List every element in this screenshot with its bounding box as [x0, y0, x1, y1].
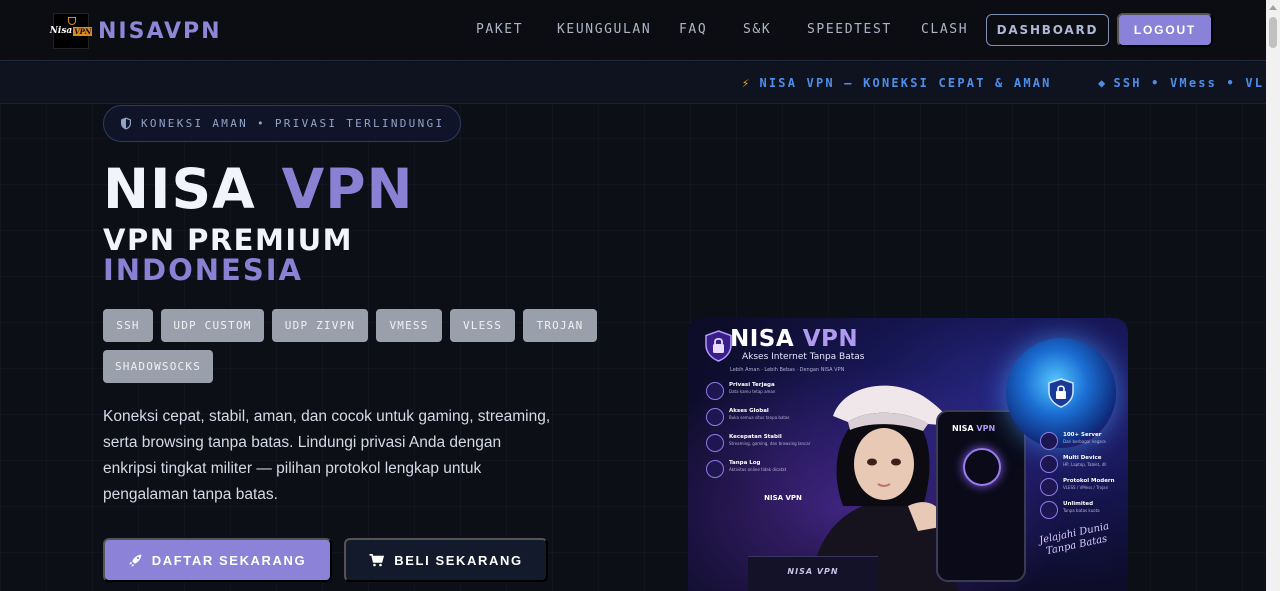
feature-desc: VLESS / VMess / Trojan: [1063, 485, 1109, 490]
feature-desc: Aktivitas online tidak dicatat: [729, 467, 787, 472]
ticker-text: SSH • VMess • VL: [1113, 76, 1265, 90]
nav-link-snk[interactable]: S&K: [743, 22, 771, 37]
title-word-vpn: VPN: [281, 157, 414, 221]
title-word-nisa: NISA: [103, 157, 256, 221]
promo-image: NISA VPN Akses Internet Tanpa Batas Lebi…: [688, 318, 1128, 591]
hoodie-logo: NISA VPN: [764, 494, 802, 502]
power-icon: [963, 448, 1001, 486]
protocol-chip-trojan: TROJAN: [523, 309, 597, 342]
protocol-chip-udp-custom: UDP CUSTOM: [161, 309, 264, 342]
feature-title: Protokol Modern: [1063, 478, 1115, 484]
page-scrollbar[interactable]: [1266, 0, 1280, 591]
logo-shield-icon: [68, 17, 76, 25]
promo-title-a: NISA: [730, 326, 795, 352]
feature-desc: Dari berbagai negara: [1063, 439, 1106, 444]
infinity-icon: [1040, 501, 1058, 519]
feature-desc: Data kamu tetap aman: [729, 389, 776, 394]
nav-link-keunggulan[interactable]: KEUNGGULAN: [557, 22, 651, 37]
protocol-chip-vmess: VMESS: [376, 309, 442, 342]
nav-link-clash[interactable]: CLASH: [921, 22, 968, 37]
lightning-icon: ⚡: [742, 76, 752, 90]
page-title: NISA VPN: [103, 156, 414, 222]
protocol-chip-udp-zivpn: UDP ZIVPN: [272, 309, 368, 342]
buy-now-button[interactable]: BELI SEKARANG: [344, 538, 548, 582]
feature-desc: Buka semua situs tanpa batas: [729, 415, 790, 420]
scrollbar-thumb[interactable]: [1269, 17, 1277, 48]
promo-feature: Multi Device HP, Laptop, Tablet, dll: [1040, 455, 1107, 473]
protocol-chip-vless: VLESS: [450, 309, 515, 342]
protocol-chip-ssh: SSH: [103, 309, 153, 342]
lock-icon: [706, 382, 724, 400]
logout-button[interactable]: LOGOUT: [1117, 13, 1213, 47]
ticker-bar: ⚡ NISA VPN — KONEKSI CEPAT & AMAN ◆ SSH • …: [0, 62, 1266, 104]
feature-title: Akses Global: [729, 408, 769, 414]
feature-title: Multi Device: [1063, 455, 1102, 461]
promo-title-b: VPN: [802, 326, 859, 352]
brand-name: NISAVPN: [98, 18, 222, 44]
brand-logo: Nisa VPN: [49, 13, 93, 49]
rocket-icon: [129, 554, 142, 567]
register-now-button[interactable]: DAFTAR SEKARANG: [103, 538, 332, 582]
promo-feature: Privasi Terjaga Data kamu tetap aman: [706, 382, 775, 400]
protocol-chip-shadowsocks: SHADOWSOCKS: [103, 350, 213, 383]
diamond-icon: ◆: [1098, 76, 1108, 90]
promo-title: NISA VPN: [730, 326, 858, 352]
subtitle-line-2: INDONESIA: [103, 253, 303, 287]
cart-icon: [369, 553, 385, 567]
feature-title: Unlimited: [1063, 501, 1094, 507]
navbar: Nisa VPN NISAVPN PAKET KEUNGGULAN FAQ S&K…: [0, 0, 1280, 61]
logo-text-right: VPN: [73, 26, 93, 36]
feature-desc: HP, Laptop, Tablet, dll: [1063, 462, 1107, 467]
nav-link-paket[interactable]: PAKET: [476, 22, 523, 37]
nav-link-faq[interactable]: FAQ: [679, 22, 707, 37]
feature-desc: Tanpa batas kuota: [1063, 508, 1100, 513]
dashboard-button[interactable]: DASHBOARD: [986, 14, 1109, 46]
security-badge: KONEKSI AMAN • PRIVASI TERLINDUNGI: [103, 105, 461, 142]
promo-feature: Tanpa Log Aktivitas online tidak dicatat: [706, 460, 786, 478]
feature-title: 100+ Server: [1063, 432, 1102, 438]
ticker-item: ⚡ NISA VPN — KONEKSI CEPAT & AMAN: [742, 76, 1052, 90]
register-now-label: DAFTAR SEKARANG: [151, 552, 307, 568]
phone-title-b: VPN: [976, 424, 996, 433]
brand-home-link[interactable]: Nisa VPN NISAVPN: [49, 13, 222, 49]
subtitle-line-1: VPN PREMIUM: [103, 223, 354, 257]
shield-lock-icon: [1048, 378, 1074, 408]
globe-icon: [706, 408, 724, 426]
shield-check-icon: [706, 460, 724, 478]
shield-icon: [121, 117, 131, 130]
buy-now-label: BELI SEKARANG: [394, 552, 523, 568]
phone-mockup: NISA VPN: [936, 410, 1026, 582]
ticker-item: ◆ SSH • VMess • VL: [1098, 76, 1264, 90]
promo-feature: Akses Global Buka semua situs tanpa batas: [706, 408, 790, 426]
network-icon: [1040, 478, 1058, 496]
globe-icon: [1040, 432, 1058, 450]
logo-text-left: Nisa: [49, 26, 73, 36]
laptop-illustration: NISA VPN: [748, 556, 878, 591]
phone-title: NISA VPN: [952, 424, 995, 433]
ticker-text: NISA VPN — KONEKSI CEPAT & AMAN: [759, 76, 1052, 90]
lock-shield-icon: [705, 330, 732, 362]
lightning-icon: [706, 434, 724, 452]
feature-title: Privasi Terjaga: [729, 382, 775, 388]
nav-link-speedtest[interactable]: SPEEDTEST: [807, 22, 892, 37]
promo-feature: 100+ Server Dari berbagai negara: [1040, 432, 1106, 450]
promo-feature: Unlimited Tanpa batas kuota: [1040, 501, 1100, 519]
feature-title: Tanpa Log: [729, 460, 761, 466]
hero-description: Koneksi cepat, stabil, aman, dan cocok u…: [103, 408, 551, 503]
promo-feature: Protokol Modern VLESS / VMess / Trojan: [1040, 478, 1115, 496]
badge-text: KONEKSI AMAN • PRIVASI TERLINDUNGI: [141, 117, 445, 130]
scroll-up-arrow-icon[interactable]: [1269, 5, 1277, 10]
phone-title-a: NISA: [952, 424, 974, 433]
device-icon: [1040, 455, 1058, 473]
